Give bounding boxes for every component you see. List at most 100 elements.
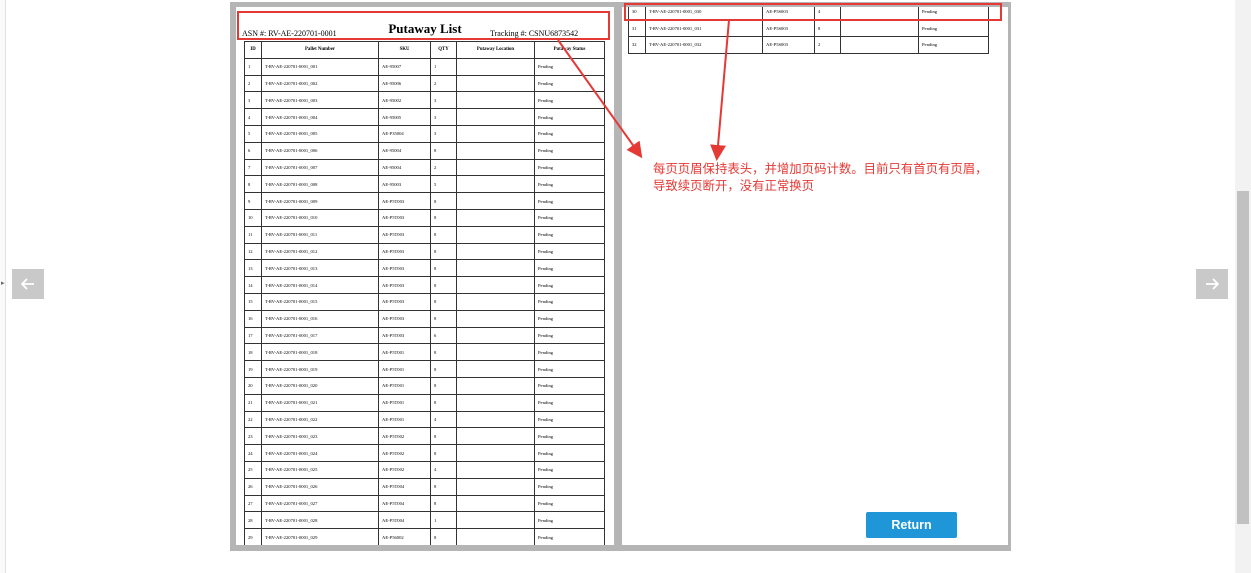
table-cell: Pending — [534, 460, 605, 479]
table-row: 12 T-RV-AE-220701-0001_012 AE-P5T003 8 Pendi… — [244, 242, 605, 261]
table-cell: 19 — [244, 360, 262, 378]
table-cell: Pending — [534, 242, 605, 261]
table-cell: 20 — [244, 376, 262, 395]
table-cell: 8 — [430, 376, 457, 395]
table-cell: 8 — [430, 292, 457, 311]
table-cell: Pending — [534, 158, 605, 177]
collapse-caret-icon[interactable]: ▸ — [1, 279, 5, 287]
table-cell: AE-95005 — [378, 108, 431, 126]
next-button[interactable] — [1196, 269, 1228, 299]
table-cell: 11 — [244, 225, 262, 244]
table-cell — [456, 511, 535, 530]
table-cell — [456, 460, 535, 479]
table-cell: T-RV-AE-220701-0001_032 — [645, 36, 763, 54]
table-cell: T-RV-AE-220701-0001_015 — [261, 292, 379, 311]
table-cell: 25 — [244, 460, 262, 479]
table-row: 28 T-RV-AE-220701-0001_028 AE-P5T004 1 Pendi… — [244, 511, 605, 530]
table-cell: 5 — [430, 175, 457, 194]
table-cell — [456, 494, 535, 513]
table-cell: 8 — [430, 225, 457, 244]
table-cell: 6 — [430, 326, 457, 345]
table-cell: T-RV-AE-220701-0001_028 — [261, 511, 379, 530]
table-cell: 2 — [814, 36, 841, 54]
table-row: 6 T-RV-AE-220701-0001_006 AE-95004 8 Pending — [244, 141, 605, 160]
table-cell: AE-95004 — [378, 158, 431, 177]
table-cell: Pending — [534, 376, 605, 395]
table-cell: 8 — [814, 19, 841, 37]
table-cell: 8 — [430, 360, 457, 378]
table-cell: AE-P5T001 — [378, 376, 431, 395]
table-cell: AE-P5T003 — [378, 225, 431, 244]
column-header: Putaway Status — [534, 41, 605, 59]
table-cell: AE-P5T003 — [378, 242, 431, 261]
scrollbar-thumb[interactable] — [1237, 191, 1249, 524]
table-cell: T-RV-AE-220701-0001_016 — [261, 309, 379, 328]
table-row: 32 T-RV-AE-220701-0001_032 AE-P5S003 2 Pendi… — [628, 36, 989, 54]
table-cell: T-RV-AE-220701-0001_011 — [261, 225, 379, 244]
table-row: 26 T-RV-AE-220701-0001_026 AE-P5T004 8 Pendi… — [244, 477, 605, 496]
table-cell: 8 — [430, 427, 457, 446]
table-cell: T-RV-AE-220701-0001_023 — [261, 427, 379, 446]
table-cell — [456, 108, 535, 126]
table-cell: Pending — [534, 343, 605, 362]
table-cell: Pending — [534, 309, 605, 328]
column-header: ID — [244, 41, 262, 59]
table-cell: AE-P5T003 — [378, 326, 431, 345]
table-row: 7 T-RV-AE-220701-0001_007 AE-95004 2 Pending — [244, 158, 605, 177]
table-cell: Pending — [534, 192, 605, 210]
table-cell: 8 — [430, 242, 457, 261]
table-cell: AE-P5T002 — [378, 460, 431, 479]
table-row: 18 T-RV-AE-220701-0001_018 AE-P5T001 8 Pendi… — [244, 343, 605, 362]
table-cell: AE-P35004 — [378, 124, 431, 143]
table-cell: AE-P5S003 — [762, 19, 815, 37]
table-cell: AE-P5T003 — [378, 259, 431, 278]
table-cell: 24 — [244, 444, 262, 462]
table-cell: T-RV-AE-220701-0001_025 — [261, 460, 379, 479]
table-cell: 8 — [244, 175, 262, 194]
return-button[interactable]: Return — [866, 512, 957, 538]
table-cell: 31 — [628, 19, 646, 37]
table-cell: Pending — [534, 141, 605, 160]
table-cell: T-RV-AE-220701-0001_012 — [261, 242, 379, 261]
table-cell: 16 — [244, 309, 262, 328]
table-cell: 4 — [430, 460, 457, 479]
table-row: 23 T-RV-AE-220701-0001_023 AE-P5T002 8 Pendi… — [244, 427, 605, 446]
table-header-row: ID Pallet Number SKU QTY Putaway Location Put… — [244, 41, 605, 59]
table-cell — [456, 410, 535, 429]
prev-button[interactable] — [12, 269, 44, 299]
table-cell — [840, 19, 919, 37]
table-cell: 22 — [244, 410, 262, 429]
table-cell: 2 — [430, 74, 457, 93]
table-cell: AE-P5T001 — [378, 410, 431, 429]
table-cell: Pending — [534, 427, 605, 446]
table-cell — [456, 393, 535, 412]
table-cell: T-RV-AE-220701-0001_020 — [261, 376, 379, 395]
table-cell — [456, 208, 535, 227]
table-cell: Pending — [918, 19, 989, 37]
column-header: Putaway Location — [456, 41, 535, 59]
table-cell: 8 — [430, 208, 457, 227]
table-cell — [840, 36, 919, 54]
table-row: 14 T-RV-AE-220701-0001_014 AE-P5T003 8 Pendi… — [244, 276, 605, 294]
table-cell — [456, 242, 535, 261]
table-cell: Pending — [534, 528, 605, 545]
table-cell: AE-95003 — [378, 175, 431, 194]
table-cell — [456, 57, 535, 76]
column-header: QTY — [430, 41, 457, 59]
table-cell: AE-95007 — [378, 57, 431, 76]
table-cell: T-RV-AE-220701-0001_024 — [261, 444, 379, 462]
table-cell: 4 — [244, 108, 262, 126]
table-cell — [456, 259, 535, 278]
table-cell — [456, 158, 535, 177]
table-cell: AE-P5T003 — [378, 208, 431, 227]
table-cell: 8 — [430, 259, 457, 278]
table-cell: 7 — [244, 158, 262, 177]
table-row: 8 T-RV-AE-220701-0001_008 AE-95003 5 Pending — [244, 175, 605, 194]
table-cell — [456, 343, 535, 362]
table-cell: Pending — [534, 276, 605, 294]
table-cell: 26 — [244, 477, 262, 496]
table-cell: Pending — [534, 360, 605, 378]
table-cell: T-RV-AE-220701-0001_013 — [261, 259, 379, 278]
table-cell — [456, 427, 535, 446]
table-cell: AE-95006 — [378, 74, 431, 93]
